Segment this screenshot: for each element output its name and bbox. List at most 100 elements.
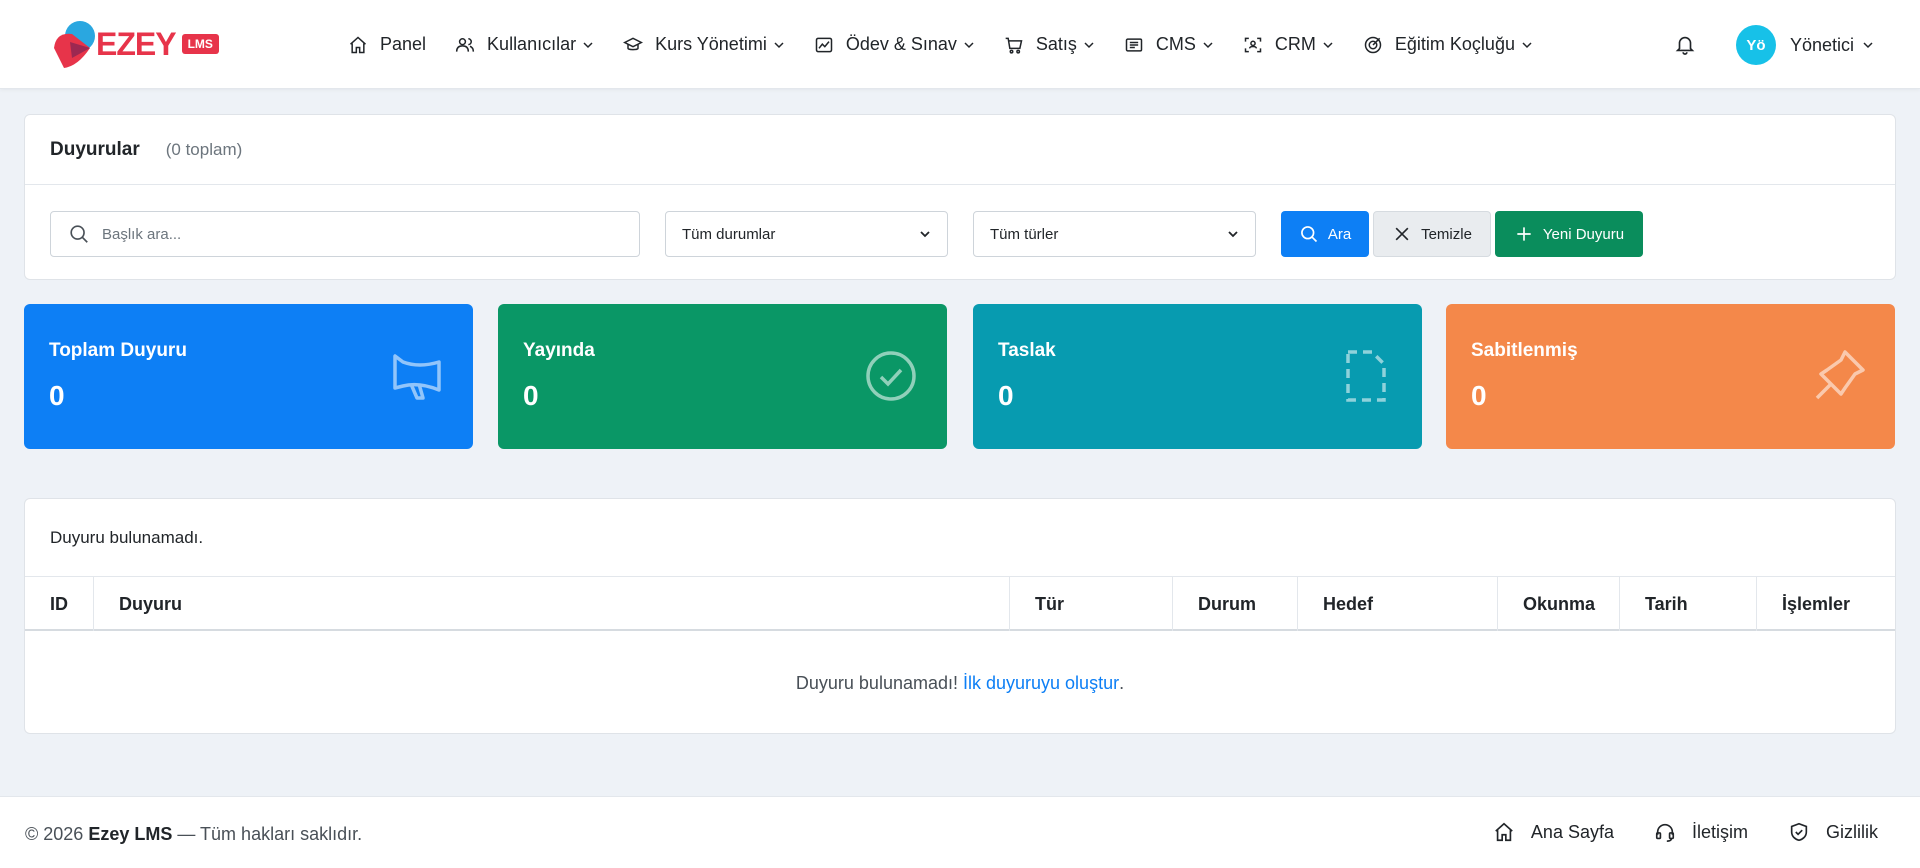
stat-value: 0 bbox=[523, 380, 539, 411]
pin-icon bbox=[1811, 348, 1867, 404]
nav-item-label: Kullanıcılar bbox=[487, 34, 577, 54]
stat-label: Taslak bbox=[998, 340, 1056, 361]
user-menu[interactable]: Yö Yönetici bbox=[1736, 25, 1874, 65]
footer-links: Ana Sayfa İletişim Gizlilik bbox=[1453, 821, 1878, 843]
column-header-islemler[interactable]: İşlemler bbox=[1757, 577, 1895, 631]
chevron-down-icon bbox=[773, 39, 785, 51]
new-announcement-button[interactable]: Yeni Duyuru bbox=[1495, 211, 1643, 257]
type-select-value: Tüm türler bbox=[990, 225, 1059, 243]
brand-logo[interactable]: EZEY LMS bbox=[50, 18, 219, 70]
footer-link-label: İletişim bbox=[1691, 821, 1748, 842]
total-count: (0 toplam) bbox=[165, 139, 243, 159]
nav-item-odev-sinav[interactable]: Ödev & Sınav bbox=[814, 34, 975, 55]
stat-label: Sabitlenmiş bbox=[1471, 340, 1578, 361]
announcements-table-card: Duyuru bulunamadı. ID Duyuru Tür Durum H… bbox=[24, 498, 1896, 734]
nav-item-label: Panel bbox=[380, 34, 427, 54]
top-navbar: EZEY LMS Panel Kullanıcılar Kurs Yönetim… bbox=[0, 0, 1920, 89]
brand-badge: LMS bbox=[181, 34, 219, 54]
brand-name: EZEY bbox=[96, 25, 177, 62]
nav-item-label: Eğitim Koçluğu bbox=[1394, 34, 1515, 54]
new-button-label: Yeni Duyuru bbox=[1542, 225, 1625, 243]
nav-item-label: Satış bbox=[1035, 34, 1077, 54]
nav-item-egitim-koclugu[interactable]: Eğitim Koçluğu bbox=[1363, 34, 1533, 55]
nav-item-label: Kurs Yönetimi bbox=[655, 34, 767, 54]
copyright-rights: — Tüm hakları saklıdır. bbox=[177, 824, 363, 844]
nav-item-label: CMS bbox=[1155, 34, 1196, 54]
chevron-down-icon bbox=[1083, 39, 1095, 51]
footer-link-label: Ana Sayfa bbox=[1530, 821, 1614, 842]
stat-value: 0 bbox=[998, 380, 1014, 411]
users-icon bbox=[455, 35, 475, 55]
search-field[interactable] bbox=[50, 211, 640, 257]
close-icon bbox=[1392, 224, 1412, 244]
headset-icon bbox=[1654, 821, 1676, 843]
shield-check-icon bbox=[1788, 821, 1810, 843]
copyright-year: © 2026 bbox=[25, 824, 84, 844]
column-header-okunma[interactable]: Okunma bbox=[1498, 577, 1620, 631]
chevron-down-icon bbox=[1322, 39, 1334, 51]
nav-item-label: Ödev & Sınav bbox=[845, 34, 957, 54]
check-circle-icon bbox=[863, 348, 919, 404]
footer-link-privacy[interactable]: Gizlilik bbox=[1788, 821, 1878, 843]
graduation-cap-icon bbox=[623, 35, 644, 55]
column-header-id[interactable]: ID bbox=[25, 577, 94, 631]
column-header-duyuru[interactable]: Duyuru bbox=[94, 577, 1010, 631]
nav-item-satis[interactable]: Satış bbox=[1004, 34, 1095, 55]
stat-card-published: Yayında 0 bbox=[498, 304, 947, 449]
stat-value: 0 bbox=[1471, 380, 1487, 411]
footer: © 2026 Ezey LMS — Tüm hakları saklıdır. … bbox=[0, 796, 1920, 868]
megaphone-icon bbox=[389, 348, 445, 404]
chevron-down-icon bbox=[1521, 39, 1533, 51]
home-icon bbox=[1493, 821, 1515, 843]
column-header-tarih[interactable]: Tarih bbox=[1620, 577, 1757, 631]
user-scan-icon bbox=[1243, 35, 1263, 55]
nav-item-crm[interactable]: CRM bbox=[1243, 34, 1334, 55]
home-icon bbox=[348, 35, 368, 55]
status-select-value: Tüm durumlar bbox=[682, 225, 776, 243]
chevron-down-icon bbox=[963, 39, 975, 51]
user-name: Yönetici bbox=[1790, 34, 1855, 55]
page-title: Duyurular bbox=[50, 138, 140, 160]
status-select[interactable]: Tüm durumlar bbox=[665, 211, 948, 257]
chevron-down-icon bbox=[1202, 39, 1214, 51]
empty-state-text: Duyuru bulunamadı! bbox=[795, 672, 958, 693]
column-header-hedef[interactable]: Hedef bbox=[1298, 577, 1498, 631]
copyright: © 2026 Ezey LMS — Tüm hakları saklıdır. bbox=[25, 824, 362, 845]
chevron-down-icon bbox=[1227, 228, 1239, 240]
nav-item-cms[interactable]: CMS bbox=[1124, 34, 1214, 55]
column-header-tur[interactable]: Tür bbox=[1010, 577, 1173, 631]
chevron-down-icon bbox=[919, 228, 931, 240]
search-icon bbox=[68, 223, 90, 245]
dashed-file-icon bbox=[1338, 348, 1394, 404]
stat-label: Yayında bbox=[523, 340, 595, 361]
stat-label: Toplam Duyuru bbox=[49, 340, 187, 361]
footer-link-contact[interactable]: İletişim bbox=[1654, 821, 1748, 843]
column-header-durum[interactable]: Durum bbox=[1173, 577, 1298, 631]
empty-state-suffix: . bbox=[1119, 672, 1125, 693]
search-button[interactable]: Ara bbox=[1281, 211, 1369, 257]
search-input[interactable] bbox=[102, 225, 602, 243]
cart-icon bbox=[1004, 35, 1024, 55]
stat-value: 0 bbox=[49, 380, 65, 411]
filter-card: Duyurular (0 toplam) Tüm durumlar Tüm tü… bbox=[24, 114, 1896, 280]
main-nav: Panel Kullanıcılar Kurs Yönetimi Ödev & … bbox=[348, 0, 1562, 89]
footer-link-home[interactable]: Ana Sayfa bbox=[1493, 821, 1614, 843]
target-icon bbox=[1363, 35, 1383, 55]
nav-item-kullanicilar[interactable]: Kullanıcılar bbox=[455, 34, 594, 55]
clear-button[interactable]: Temizle bbox=[1373, 211, 1491, 257]
chevron-down-icon bbox=[1862, 39, 1874, 51]
empty-state-row: Duyuru bulunamadı! İlk duyuruyu oluştur. bbox=[25, 633, 1895, 733]
search-icon bbox=[1299, 224, 1319, 244]
nav-item-panel[interactable]: Panel bbox=[348, 34, 426, 55]
create-first-link[interactable]: İlk duyuruyu oluştur bbox=[963, 673, 1119, 694]
clear-button-label: Temizle bbox=[1421, 225, 1472, 243]
stat-card-pinned: Sabitlenmiş 0 bbox=[1446, 304, 1895, 449]
type-select[interactable]: Tüm türler bbox=[973, 211, 1256, 257]
bell-icon[interactable] bbox=[1674, 33, 1696, 55]
footer-link-label: Gizlilik bbox=[1826, 821, 1878, 842]
newspaper-icon bbox=[1124, 35, 1144, 55]
nav-item-kurs-yonetimi[interactable]: Kurs Yönetimi bbox=[623, 34, 785, 55]
table-message: Duyuru bulunamadı. bbox=[25, 499, 1895, 577]
search-button-label: Ara bbox=[1327, 225, 1352, 243]
stat-card-total: Toplam Duyuru 0 bbox=[24, 304, 473, 449]
